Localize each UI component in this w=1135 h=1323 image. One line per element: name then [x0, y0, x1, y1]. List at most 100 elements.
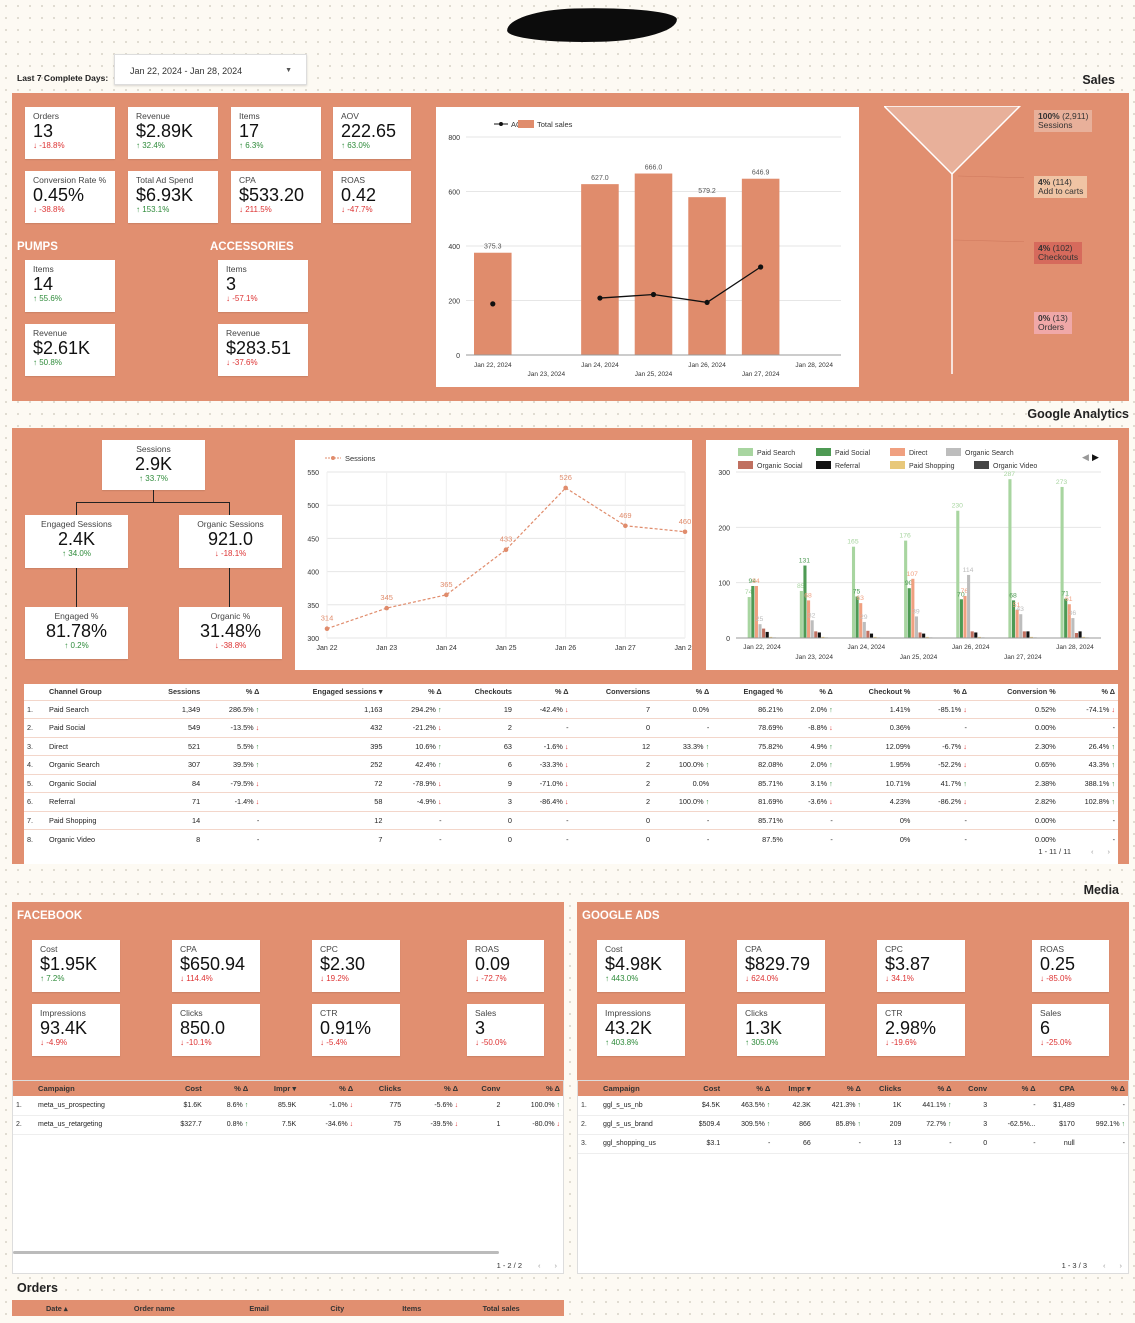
table-row[interactable]: 8. Organic Video 8-7-0-0-87.5% -0% -0.00% - — [24, 829, 1118, 848]
column-header[interactable]: Checkout % — [836, 684, 914, 700]
arrow-down-icon: ↓ — [435, 723, 442, 733]
column-header[interactable]: Impr ▾ — [773, 1081, 814, 1096]
kpi-delta: ↑ 6.3% — [239, 141, 264, 150]
kpi-delta: ↑ 34.0% — [62, 549, 91, 558]
column-header[interactable]: Conversion % — [970, 684, 1059, 700]
orders-column-header[interactable]: Email — [221, 1300, 302, 1316]
next-page-icon[interactable]: › — [555, 1261, 558, 1270]
table-row[interactable]: 7. Paid Shopping 14-12-0-0-85.71% -0% -0.00%… — [24, 810, 1118, 830]
table-cell: 43.3% ↑ — [1058, 755, 1118, 774]
bar-total-sales — [634, 173, 673, 355]
column-header[interactable]: % Δ — [503, 1081, 563, 1096]
table-row[interactable]: 2. meta_us_retargeting $327.7 0.8% ↑ 7.5K -34… — [13, 1115, 563, 1135]
orders-column-header[interactable]: Total sales — [455, 1300, 564, 1316]
table-row[interactable]: 4. Organic Search 307 39.5% ↑ 252 42.4% ↑ 6 -33… — [24, 755, 1118, 774]
kpi-value: 0.25 — [1040, 954, 1076, 974]
kpi-value: $1.95K — [40, 954, 98, 974]
y-tick-label: 0 — [726, 636, 730, 643]
table-row[interactable]: 3. ggl_shopping_us $3.1-66-13-0- null - — [578, 1134, 1128, 1154]
sales-title: Sales — [1082, 73, 1115, 87]
column-header[interactable]: Impr ▾ — [251, 1081, 300, 1096]
column-header[interactable]: % Δ — [1077, 1081, 1128, 1096]
media-kpi-clicks: Clicks 850.0 ↓ -10.1% — [172, 1004, 260, 1056]
column-header[interactable]: % Δ — [990, 1081, 1039, 1096]
next-page-icon[interactable]: › — [1108, 847, 1111, 856]
x-tick-label: Jan 22 — [316, 645, 337, 652]
table-row[interactable]: 1. meta_us_prospecting $1.6K 8.6% ↑ 85.9K -1.… — [13, 1096, 563, 1116]
prev-page-icon[interactable]: ‹ — [538, 1261, 541, 1270]
orders-column-header[interactable]: Date ▴ — [12, 1300, 106, 1316]
orders-column-header[interactable]: Items — [374, 1300, 454, 1316]
legend-label: Referral — [835, 463, 860, 470]
gg-table-pager[interactable]: 1 - 3 / 3 ‹ › — [1062, 1261, 1122, 1270]
column-header[interactable]: % Δ — [299, 1081, 357, 1096]
kpi-value: 3 — [475, 1018, 486, 1038]
column-header[interactable]: Campaign — [35, 1081, 159, 1096]
column-header[interactable]: % Δ — [385, 684, 444, 700]
kpi-value: 13 — [33, 121, 54, 141]
column-header[interactable]: Sessions — [141, 684, 203, 700]
kpi-value: $2.30 — [320, 954, 366, 974]
column-header[interactable]: % Δ — [515, 684, 572, 700]
engaged-pct-card: Engaged % 81.78% ↑ 0.2% — [25, 607, 128, 659]
column-header[interactable]: Engaged sessions ▾ — [262, 684, 385, 700]
table-row[interactable]: 2. ggl_s_us_brand $509.4 309.5% ↑ 866 85.8% ↑… — [578, 1115, 1128, 1135]
date-range-picker[interactable]: Jan 22, 2024 - Jan 28, 2024 ▼ — [114, 54, 307, 85]
column-header[interactable]: Clicks — [863, 1081, 905, 1096]
orders-column-header[interactable]: Order name — [106, 1300, 221, 1316]
table-row[interactable]: 2. Paid Social 549 -13.5% ↓ 432 -21.2% ↓ 2-0-7… — [24, 718, 1118, 737]
kpi-title: Organic Sessions — [197, 519, 264, 529]
kpi-value: $650.94 — [180, 954, 246, 974]
next-page-icon[interactable]: › — [1120, 1261, 1123, 1270]
date-range-text: Jan 22, 2024 - Jan 28, 2024 — [130, 66, 243, 76]
table-cell: - — [1058, 829, 1118, 848]
ga-table-pager[interactable]: 1 - 11 / 11 ‹ › — [1038, 847, 1110, 856]
bar-total-sales — [688, 197, 726, 355]
column-header[interactable]: % Δ — [1059, 684, 1118, 700]
prev-page-icon[interactable]: ‹ — [1103, 1261, 1106, 1270]
column-header[interactable]: Cost — [684, 1081, 724, 1096]
column-header[interactable]: Cost — [158, 1081, 205, 1096]
kpi-title: Revenue — [136, 111, 171, 121]
column-header[interactable]: % Δ — [786, 684, 836, 700]
table-row[interactable]: 6. Referral 71 -1.4% ↓ 58 -4.9% ↓ 3 -86.4% ↓ 2 10… — [24, 792, 1118, 811]
sessions-point — [324, 626, 330, 632]
kpi-title: Impressions — [605, 1008, 651, 1018]
x-tick-label: Jan 26, 2024 — [688, 362, 726, 369]
table-cell: -6.7% ↓ — [913, 736, 970, 756]
column-header[interactable]: Channel Group — [46, 684, 141, 700]
column-header[interactable]: Conv — [461, 1081, 504, 1096]
column-header[interactable]: % Δ — [723, 1081, 774, 1096]
y-tick-label: 300 — [307, 636, 319, 643]
column-header[interactable]: % Δ — [913, 684, 970, 700]
table-row[interactable]: 5. Organic Social 84 -79.5% ↓ 72 -78.9% ↓ 9 -71… — [24, 773, 1118, 793]
column-header[interactable]: Clicks — [356, 1081, 405, 1096]
column-header[interactable]: Engaged % — [712, 684, 786, 700]
table-header-row: Campaign Cost% Δ Impr ▾% Δ Clicks% Δ Conv% Δ… — [578, 1081, 1128, 1096]
column-header[interactable]: Campaign — [600, 1081, 685, 1096]
table-cell: -80.0% ↓ — [503, 1115, 563, 1135]
bar-referral — [817, 632, 821, 638]
column-header[interactable]: % Δ — [404, 1081, 462, 1096]
kpi-title: Total Ad Spend — [136, 175, 194, 185]
fb-table-pager[interactable]: 1 - 2 / 2 ‹ › — [497, 1261, 557, 1270]
column-header[interactable]: CPA — [1038, 1081, 1078, 1096]
column-header[interactable]: Conv — [954, 1081, 991, 1096]
column-header[interactable]: Checkouts — [445, 684, 515, 700]
orders-column-header[interactable]: City — [302, 1300, 374, 1316]
prev-page-icon[interactable]: ‹ — [1091, 847, 1094, 856]
bar-referral — [922, 633, 926, 638]
column-header[interactable]: % Δ — [204, 1081, 252, 1096]
table-row[interactable]: 3. Direct 521 5.5% ↑ 395 10.6% ↑ 63 -1.6% ↓ 12 33… — [24, 736, 1118, 756]
column-header[interactable]: % Δ — [203, 684, 262, 700]
media-kpi-cpa: CPA $829.79 ↓ 624.0% — [737, 940, 825, 992]
column-header[interactable]: % Δ — [813, 1081, 864, 1096]
table-row[interactable]: 1. ggl_s_us_nb $4.5K 463.5% ↑ 42.3K 421.3% ↑ 1… — [578, 1096, 1128, 1116]
table-row[interactable]: 1. Paid Search 1,349 286.5% ↑ 1,163 294.2% ↑ 1… — [24, 699, 1118, 719]
kpi-delta: ↓ -38.8% — [214, 641, 247, 650]
horizontal-scrollbar[interactable] — [13, 1251, 499, 1254]
column-header[interactable]: % Δ — [904, 1081, 955, 1096]
column-header[interactable]: % Δ — [653, 684, 712, 700]
column-header[interactable]: Conversions — [572, 684, 654, 700]
legend-swatch — [890, 461, 905, 469]
